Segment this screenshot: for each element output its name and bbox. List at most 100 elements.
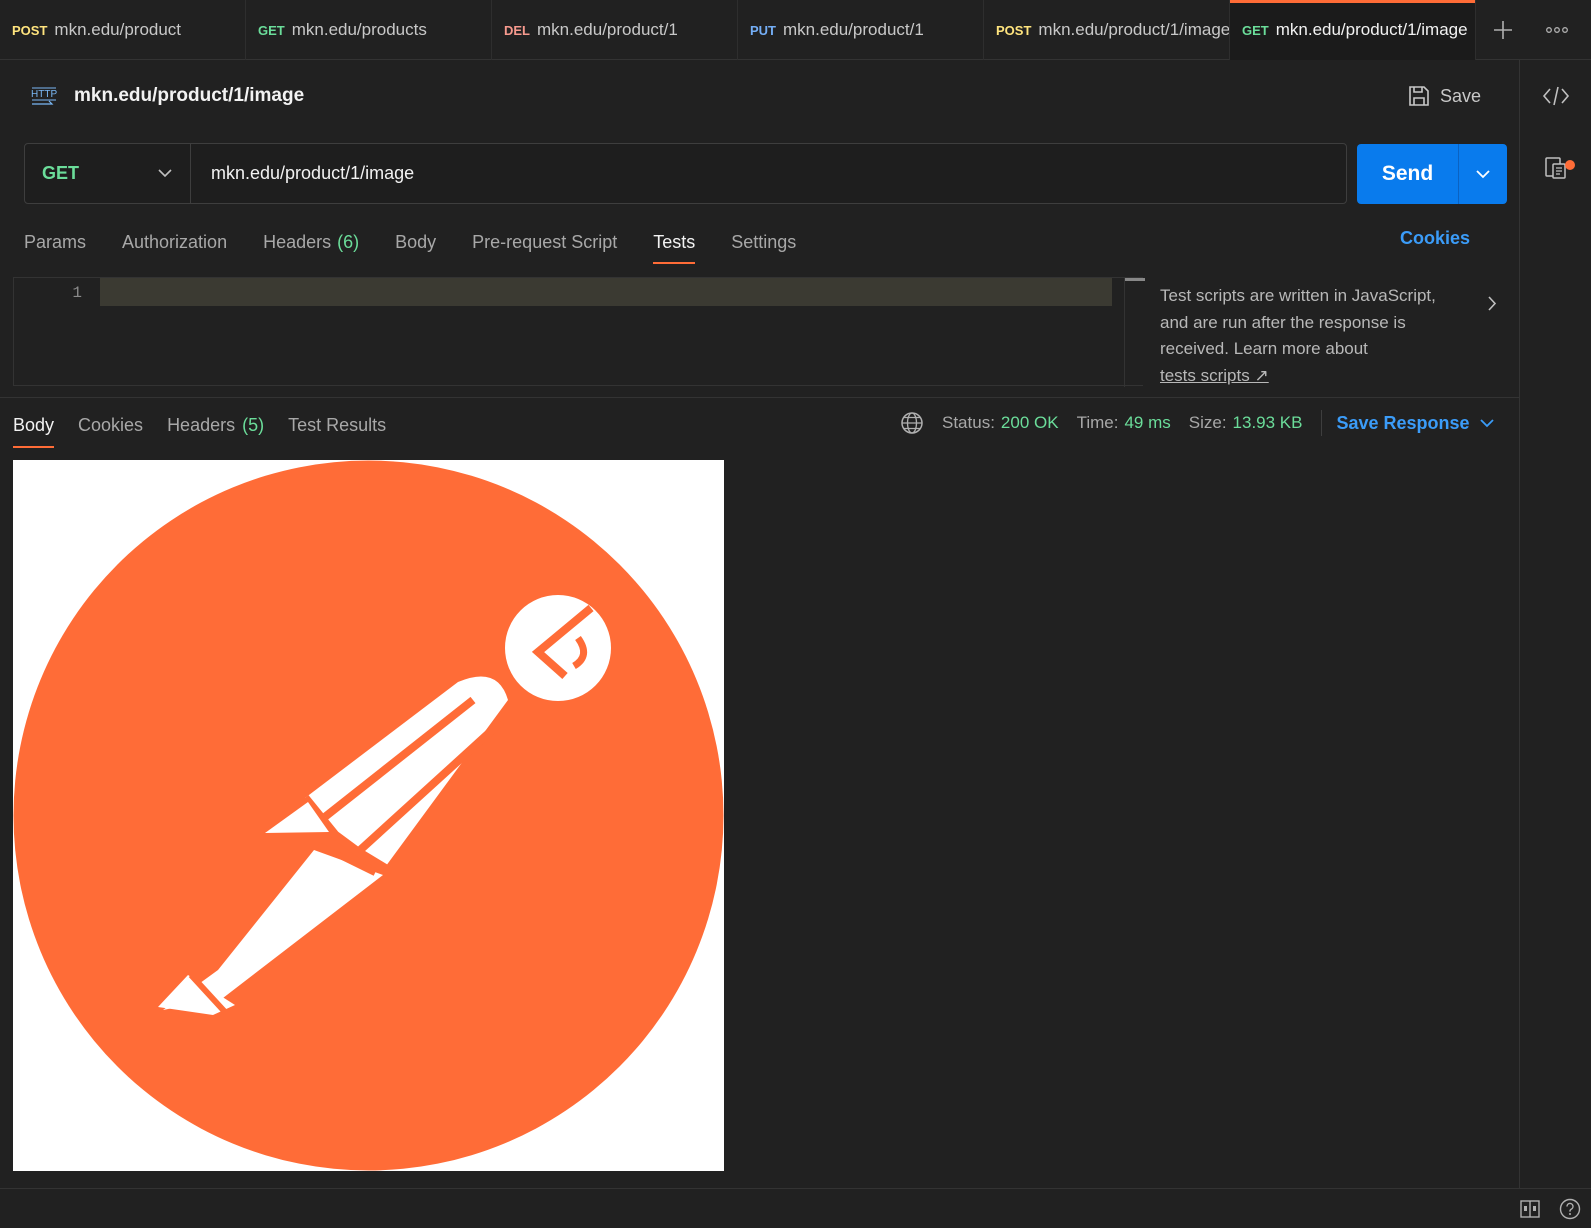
- size-info[interactable]: Size: 13.93 KB: [1189, 413, 1303, 433]
- tab-authorization[interactable]: Authorization: [122, 220, 227, 264]
- response-tab-cookies[interactable]: Cookies: [78, 402, 143, 448]
- chevron-down-icon: [158, 169, 172, 178]
- tab-label: Headers: [167, 414, 236, 435]
- tab-settings[interactable]: Settings: [731, 220, 796, 264]
- code-snippet-button[interactable]: [1520, 60, 1591, 132]
- current-line-highlight: [100, 278, 1112, 306]
- send-button[interactable]: Send: [1357, 144, 1459, 204]
- request-title: mkn.edu/product/1/image: [74, 85, 305, 106]
- more-tabs-button[interactable]: [1530, 0, 1584, 60]
- tab-url: mkn.edu/product: [54, 20, 182, 39]
- tab-method: PUT: [750, 22, 776, 38]
- documentation-button[interactable]: [1520, 132, 1591, 204]
- status-label: Status:: [942, 413, 995, 432]
- collapse-hint-button[interactable]: [1488, 296, 1497, 316]
- send-group: Send: [1357, 144, 1507, 204]
- status-value: 200 OK: [1000, 413, 1059, 432]
- method-label: GET: [42, 163, 80, 183]
- size-label: Size:: [1188, 413, 1227, 432]
- save-response-label: Save Response: [1336, 412, 1470, 433]
- tab-label: Cookies: [78, 414, 144, 435]
- chevron-down-icon: [1479, 418, 1494, 427]
- new-tab-button[interactable]: [1476, 0, 1530, 60]
- tab-label: Params: [24, 231, 87, 252]
- tab-method: DEL: [504, 22, 530, 38]
- tab-url: mkn.edu/product/1: [783, 20, 924, 39]
- cookies-link[interactable]: Cookies: [1400, 228, 1470, 249]
- tab-body[interactable]: Body: [395, 220, 436, 264]
- request-tab[interactable]: PUT mkn.edu/product/1: [738, 0, 984, 60]
- tab-label: Settings: [731, 231, 797, 252]
- save-icon: [1409, 86, 1429, 106]
- tab-url: mkn.edu/product/1/image: [1038, 20, 1229, 39]
- request-tab[interactable]: POST mkn.edu/product/1/image: [984, 0, 1230, 60]
- tab-label: Headers: [263, 231, 332, 252]
- save-button[interactable]: Save: [1408, 80, 1481, 112]
- layout-toggle-button[interactable]: [1518, 1197, 1542, 1221]
- headers-count: (6): [337, 231, 360, 252]
- response-tab-headers[interactable]: Headers (5): [167, 402, 264, 448]
- tab-method: GET: [1242, 22, 1269, 38]
- headers-count: (5): [242, 414, 265, 435]
- tab-params[interactable]: Params: [24, 220, 86, 264]
- tests-scripts-link[interactable]: tests scripts ↗: [1160, 366, 1269, 385]
- chevron-right-icon: [1488, 296, 1497, 311]
- tab-actions: [1476, 0, 1591, 59]
- notification-dot: [1565, 160, 1575, 170]
- method-select[interactable]: GET: [25, 144, 191, 203]
- globe-icon[interactable]: [900, 411, 924, 435]
- tab-url: mkn.edu/product/1: [537, 20, 678, 39]
- response-tab-body[interactable]: Body: [13, 402, 55, 448]
- help-button[interactable]: [1558, 1197, 1582, 1221]
- tab-tests[interactable]: Tests: [653, 220, 696, 264]
- time-info[interactable]: Time: 49 ms: [1077, 413, 1171, 433]
- save-response-button[interactable]: Save Response: [1337, 413, 1494, 434]
- tests-editor[interactable]: 1: [13, 277, 1145, 387]
- request-tabs: Params Authorization Headers (6) Body Pre…: [24, 220, 832, 264]
- tab-method: POST: [996, 22, 1032, 38]
- tab-label: Test Results: [288, 414, 387, 435]
- tab-url: mkn.edu/product/1/image: [1275, 20, 1468, 39]
- tab-method: POST: [12, 22, 48, 38]
- tab-method: GET: [258, 22, 285, 38]
- status-bar: [0, 1188, 1591, 1228]
- tab-pre-request-script[interactable]: Pre-request Script: [472, 220, 617, 264]
- status-info[interactable]: Status: 200 OK: [942, 413, 1059, 433]
- two-pane-icon: [1520, 1200, 1540, 1218]
- hint-text: Test scripts are written in JavaScript, …: [1160, 286, 1436, 358]
- right-sidebar: [1519, 60, 1591, 1188]
- url-input[interactable]: [191, 144, 1346, 203]
- request-header: HTTP mkn.edu/product/1/image: [24, 76, 304, 116]
- response-meta: Status: 200 OK Time: 49 ms Size: 13.93 KB S…: [900, 408, 1494, 438]
- tab-label: Body: [395, 231, 437, 252]
- tab-label: Authorization: [122, 231, 228, 252]
- plus-icon: [1494, 20, 1512, 39]
- request-tab[interactable]: GET mkn.edu/products: [246, 0, 492, 60]
- svg-text:HTTP: HTTP: [31, 89, 57, 100]
- request-tab[interactable]: POST mkn.edu/product: [0, 0, 246, 60]
- url-bar: GET: [24, 143, 1347, 204]
- status-separator: [1320, 410, 1322, 436]
- http-icon: HTTP: [24, 76, 64, 116]
- request-tab[interactable]: DEL mkn.edu/product/1: [492, 0, 738, 60]
- help-icon: [1559, 1198, 1581, 1220]
- tab-bar: POST mkn.edu/product GET mkn.edu/product…: [0, 0, 1591, 60]
- chevron-down-icon: [1476, 169, 1490, 178]
- line-number: 1: [72, 284, 82, 302]
- tab-label: Tests: [653, 231, 696, 252]
- code-icon: [1542, 86, 1570, 106]
- response-tab-test-results[interactable]: Test Results: [288, 402, 386, 448]
- response-image: [13, 460, 724, 1171]
- send-options-button[interactable]: [1459, 144, 1507, 204]
- size-value: 13.93 KB: [1232, 413, 1303, 432]
- time-label: Time:: [1076, 413, 1119, 432]
- tab-label: Body: [13, 414, 55, 435]
- request-tab-active[interactable]: GET mkn.edu/product/1/image: [1230, 0, 1476, 60]
- tab-headers[interactable]: Headers (6): [263, 220, 359, 264]
- pane-divider[interactable]: [0, 397, 1519, 398]
- postman-logo-icon: [13, 460, 724, 1171]
- ellipsis-icon: [1546, 26, 1568, 33]
- time-value: 49 ms: [1124, 413, 1171, 432]
- editor-scrollbar[interactable]: [1124, 278, 1145, 387]
- tests-hint: Test scripts are written in JavaScript, …: [1160, 283, 1460, 389]
